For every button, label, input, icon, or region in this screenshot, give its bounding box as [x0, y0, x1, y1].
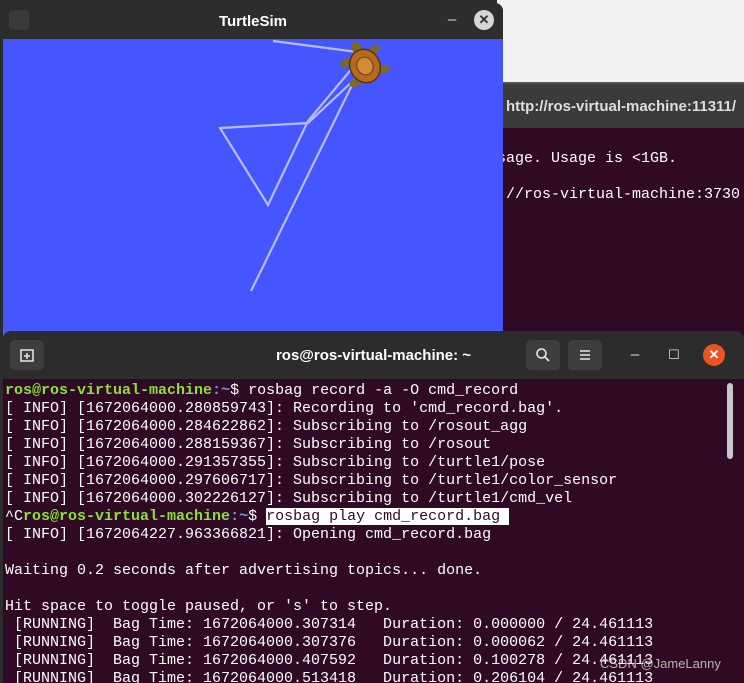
- output-line: [ INFO] [1672064000.291357355]: Subscrib…: [5, 454, 546, 471]
- prompt-user: ros@ros-virtual-machine: [5, 382, 213, 399]
- turtlesim-titlebar[interactable]: TurtleSim – ✕: [3, 3, 503, 39]
- output-line: [RUNNING] Bag Time: 1672064000.307376 Du…: [5, 634, 654, 651]
- prompt-path: :~: [230, 508, 249, 525]
- maximize-button[interactable]: ☐: [664, 345, 684, 365]
- output-line: [RUNNING] Bag Time: 1672064000.513418 Du…: [5, 670, 654, 683]
- background-window-titlebar[interactable]: http://ros-virtual-machine:11311/: [497, 82, 744, 130]
- ctrl-c: ^C: [5, 508, 24, 525]
- output-line: [RUNNING] Bag Time: 1672064000.307314 Du…: [5, 616, 654, 633]
- background-line: sage. Usage is <1GB.: [497, 150, 678, 167]
- menu-button[interactable]: [568, 340, 602, 370]
- search-icon: [536, 348, 550, 362]
- terminal-scrollbar[interactable]: [727, 383, 733, 459]
- close-button[interactable]: ✕: [703, 344, 725, 366]
- canvas-background: [3, 39, 503, 343]
- terminal-output[interactable]: ros@ros-virtual-machine:~$ rosbag record…: [5, 381, 725, 683]
- background-line: ://ros-virtual-machine:3730: [497, 186, 741, 203]
- hamburger-menu-icon: [580, 350, 590, 360]
- turtlesim-canvas: [3, 39, 503, 343]
- output-line: Hit space to toggle paused, or 's' to st…: [5, 598, 393, 615]
- terminal-window: ros@ros-virtual-machine: ~ – ☐ ✕ ros@ros…: [3, 331, 744, 683]
- close-button[interactable]: ✕: [474, 10, 494, 30]
- search-button[interactable]: [526, 340, 560, 370]
- prompt-line: ^Cros@ros-virtual-machine:~$ rosbag play…: [5, 508, 510, 526]
- selected-command-text[interactable]: rosbag play cmd_record.bag: [266, 508, 510, 525]
- prompt-dollar: $: [248, 508, 267, 525]
- minimize-button[interactable]: –: [443, 11, 461, 29]
- terminal-headerbar[interactable]: ros@ros-virtual-machine: ~ – ☐ ✕: [3, 331, 744, 379]
- prompt-line: ros@ros-virtual-machine:~$ rosbag record…: [5, 382, 518, 400]
- minimize-button[interactable]: –: [625, 345, 645, 365]
- output-line: [ INFO] [1672064000.284622862]: Subscrib…: [5, 418, 528, 435]
- output-line: [ INFO] [1672064000.288159367]: Subscrib…: [5, 436, 492, 453]
- turtlesim-window: TurtleSim – ✕: [3, 3, 503, 343]
- output-line: Waiting 0.2 seconds after advertising to…: [5, 562, 483, 579]
- output-line: [ INFO] [1672064000.297606717]: Subscrib…: [5, 472, 618, 489]
- background-window-title: http://ros-virtual-machine:11311/: [506, 98, 737, 115]
- output-line: [ INFO] [1672064000.280859743]: Recordin…: [5, 400, 564, 417]
- watermark: CSDN @JameLanny: [600, 656, 721, 671]
- command-text: rosbag record -a -O cmd_record: [248, 382, 519, 399]
- output-line: [RUNNING] Bag Time: 1672064000.407592 Du…: [5, 652, 654, 669]
- turtlesim-title: TurtleSim: [218, 13, 288, 30]
- prompt-path: :~: [212, 382, 231, 399]
- prompt-user: ros@ros-virtual-machine: [23, 508, 231, 525]
- output-line: [ INFO] [1672064000.302226127]: Subscrib…: [5, 490, 573, 507]
- output-line: [ INFO] [1672064227.963366821]: Opening …: [5, 526, 492, 543]
- prompt-dollar: $: [230, 382, 249, 399]
